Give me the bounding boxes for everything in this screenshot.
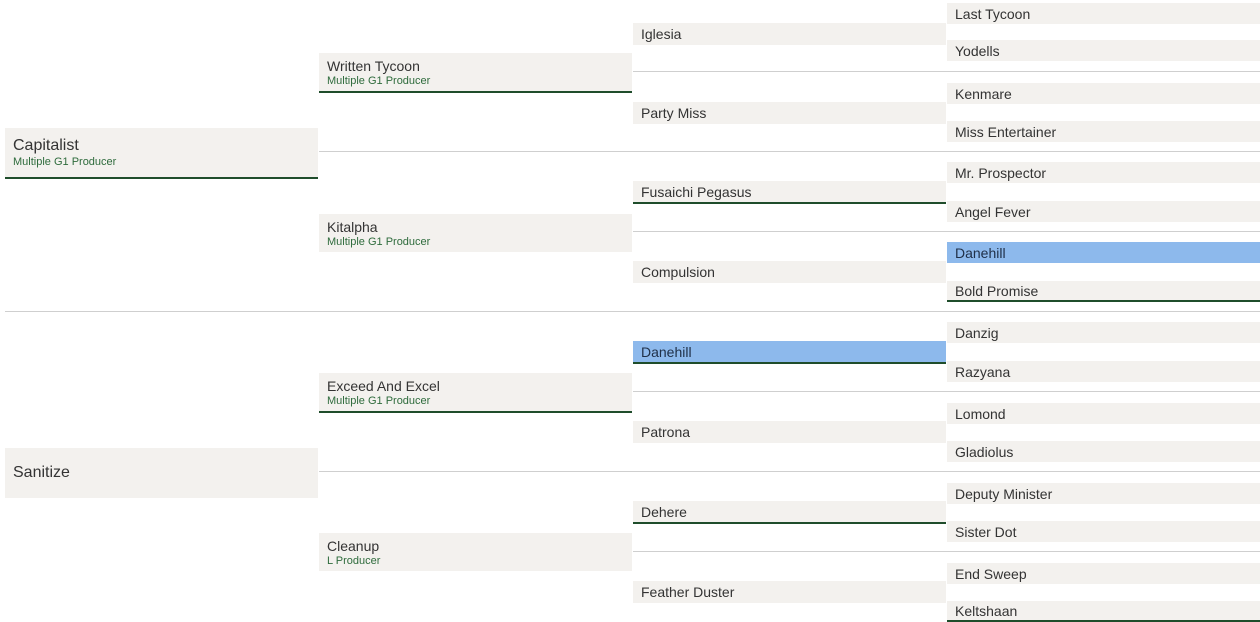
pedigree-entry-sss[interactable]: Iglesia: [633, 23, 946, 45]
pedigree-chart: Capitalist Multiple G1 Producer Sanitize…: [0, 0, 1260, 622]
pedigree-entry-sdss[interactable]: Mr. Prospector: [947, 162, 1260, 183]
horse-name: Gladiolus: [955, 443, 1014, 460]
row-divider: [633, 551, 1260, 552]
pedigree-entry-sdds[interactable]: Danehill: [947, 242, 1260, 263]
row-divider: [633, 391, 1260, 392]
horse-name: Exceed And Excel: [327, 377, 440, 394]
horse-name: Capitalist: [13, 137, 79, 154]
row-divider: [633, 71, 1260, 72]
horse-name: Feather Duster: [641, 584, 735, 600]
pedigree-entry-sdsd[interactable]: Angel Fever: [947, 201, 1260, 222]
horse-name: Kitalpha: [327, 218, 378, 235]
horse-name: Deputy Minister: [955, 485, 1053, 502]
producer-status: L Producer: [327, 554, 381, 567]
producer-status: Multiple G1 Producer: [13, 156, 117, 168]
pedigree-entry-dam-sire[interactable]: Exceed And Excel Multiple G1 Producer: [319, 373, 632, 413]
horse-name: Angel Fever: [955, 203, 1031, 220]
pedigree-entry-ssd[interactable]: Party Miss: [633, 102, 946, 124]
pedigree-entry-ddds[interactable]: End Sweep: [947, 563, 1260, 584]
horse-name: Mr. Prospector: [955, 164, 1047, 181]
pedigree-entry-sssd[interactable]: Yodells: [947, 40, 1260, 61]
producer-status: Multiple G1 Producer: [327, 235, 431, 248]
pedigree-entry-sire-dam[interactable]: Kitalpha Multiple G1 Producer: [319, 214, 632, 252]
pedigree-entry-ssss[interactable]: Last Tycoon: [947, 3, 1260, 24]
pedigree-entry-dam[interactable]: Sanitize: [5, 448, 318, 498]
horse-name: Dehere: [641, 503, 687, 520]
pedigree-entry-dam-dam[interactable]: Cleanup L Producer: [319, 533, 632, 571]
pedigree-entry-ssdd[interactable]: Miss Entertainer: [947, 121, 1260, 142]
pedigree-entry-dsd[interactable]: Patrona: [633, 421, 946, 443]
pedigree-entry-dsss[interactable]: Danzig: [947, 322, 1260, 343]
pedigree-entry-sddd[interactable]: Bold Promise: [947, 281, 1260, 302]
pedigree-entry-dddd[interactable]: Keltshaan: [947, 601, 1260, 622]
pedigree-entry-dssd[interactable]: Razyana: [947, 361, 1260, 382]
horse-name: Danehill: [955, 244, 1006, 261]
pedigree-entry-sire-sire[interactable]: Written Tycoon Multiple G1 Producer: [319, 53, 632, 93]
horse-name: Party Miss: [641, 105, 707, 121]
row-divider: [5, 311, 1260, 312]
pedigree-entry-sire[interactable]: Capitalist Multiple G1 Producer: [5, 128, 318, 179]
pedigree-entry-dsds[interactable]: Lomond: [947, 403, 1260, 424]
pedigree-entry-sds[interactable]: Fusaichi Pegasus: [633, 181, 946, 204]
pedigree-entry-ddss[interactable]: Deputy Minister: [947, 483, 1260, 504]
horse-name: Written Tycoon: [327, 57, 420, 74]
pedigree-entry-dds[interactable]: Dehere: [633, 501, 946, 524]
pedigree-entry-ddsd[interactable]: Sister Dot: [947, 521, 1260, 542]
producer-status: Multiple G1 Producer: [327, 74, 431, 87]
row-divider: [633, 231, 1260, 232]
pedigree-entry-ssds[interactable]: Kenmare: [947, 83, 1260, 104]
horse-name: Last Tycoon: [955, 5, 1031, 22]
horse-name: Cleanup: [327, 537, 380, 554]
horse-name: Patrona: [641, 424, 691, 440]
producer-status: Multiple G1 Producer: [327, 394, 431, 407]
pedigree-entry-sdd[interactable]: Compulsion: [633, 261, 946, 283]
horse-name: Bold Promise: [955, 282, 1039, 299]
horse-name: Kenmare: [955, 85, 1012, 102]
horse-name: Keltshaan: [955, 602, 1018, 619]
horse-name: Danehill: [641, 343, 692, 360]
pedigree-entry-dsdd[interactable]: Gladiolus: [947, 441, 1260, 462]
horse-name: Sister Dot: [955, 523, 1017, 540]
horse-name: Yodells: [955, 42, 1000, 59]
pedigree-entry-dss[interactable]: Danehill: [633, 341, 946, 364]
horse-name: Miss Entertainer: [955, 123, 1057, 140]
horse-name: Sanitize: [13, 464, 70, 481]
horse-name: Danzig: [955, 324, 999, 341]
row-divider: [319, 151, 1260, 152]
horse-name: End Sweep: [955, 565, 1027, 582]
horse-name: Iglesia: [641, 26, 682, 42]
horse-name: Lomond: [955, 405, 1006, 422]
row-divider: [319, 471, 1260, 472]
horse-name: Fusaichi Pegasus: [641, 183, 752, 200]
horse-name: Razyana: [955, 363, 1011, 380]
horse-name: Compulsion: [641, 264, 715, 280]
pedigree-entry-ddd[interactable]: Feather Duster: [633, 581, 946, 603]
